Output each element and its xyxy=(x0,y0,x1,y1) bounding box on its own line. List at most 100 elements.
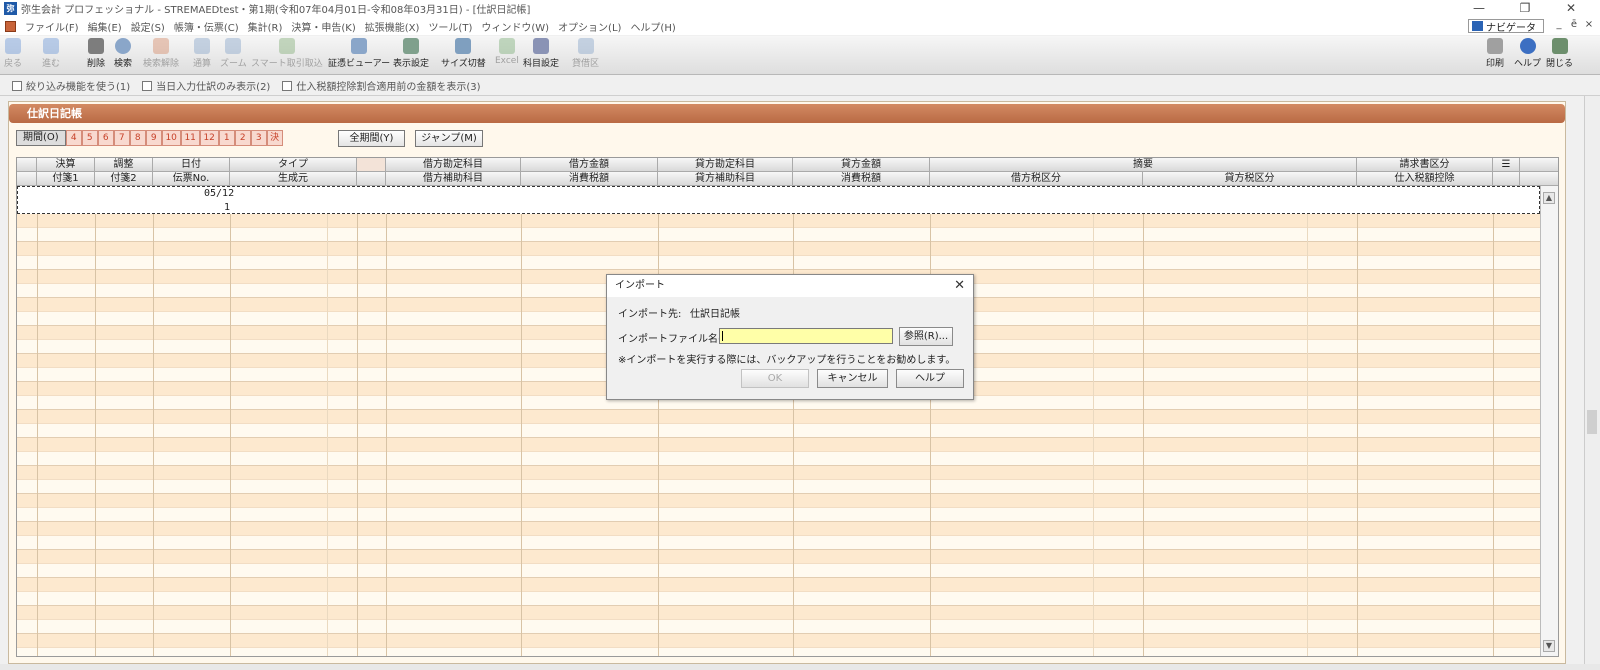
edit-row-voucher-no[interactable]: 1 xyxy=(224,202,230,213)
today-only-checkbox[interactable] xyxy=(142,80,153,91)
menu-window[interactable]: ウィンドウ(W) xyxy=(481,19,549,34)
month-tab[interactable]: 4 xyxy=(65,130,82,146)
menu-help[interactable]: ヘルプ(H) xyxy=(630,19,675,34)
mdi-close-button[interactable]: × xyxy=(1584,19,1594,30)
month-tab-closing[interactable]: 決 xyxy=(266,130,283,146)
navigator-label: ナビゲータ xyxy=(1486,22,1536,34)
title-bar: 弥 弥生会計 プロフェッショナル - STREMAEDtest・第1期(令和07… xyxy=(0,0,1600,17)
import-destination-value: 仕訳日記帳 xyxy=(690,309,740,320)
navigator-button[interactable]: ナビゲータ xyxy=(1468,19,1544,34)
forward-button[interactable]: 進む xyxy=(42,38,60,73)
jump-button[interactable]: ジャンプ(M) xyxy=(415,130,483,147)
menu-bar: ファイル(F) 編集(E) 設定(S) 帳簿・伝票(C) 集計(R) 決算・申告… xyxy=(0,17,1600,35)
browse-button[interactable]: 参照(R)... xyxy=(899,327,953,346)
month-tab[interactable]: 10 xyxy=(161,130,181,146)
menu-edit[interactable]: 編集(E) xyxy=(88,19,122,34)
month-tab[interactable]: 11 xyxy=(180,130,200,146)
menu-tools[interactable]: ツール(T) xyxy=(428,19,472,34)
total-button[interactable]: 通算 xyxy=(193,38,211,73)
filter-checkbox[interactable] xyxy=(12,80,22,91)
month-tab[interactable]: 5 xyxy=(81,130,98,146)
smart-import-button[interactable]: スマート取引取込 xyxy=(251,38,323,73)
col-credit-sub-account: 貸方補助科目 xyxy=(658,172,793,185)
excel-icon xyxy=(498,38,515,54)
option-bar: 絞り込み機能を使う(1) 当日入力仕訳のみ表示(2) 仕入税額控除割合適用前の金… xyxy=(0,76,1600,96)
menu-file[interactable]: ファイル(F) xyxy=(25,19,79,34)
month-tab[interactable]: 3 xyxy=(250,130,267,146)
mdi-restore-button[interactable]: ē xyxy=(1569,19,1579,30)
column-settings-icon[interactable]: ☰ xyxy=(1493,158,1520,171)
dialog-help-button[interactable]: ヘルプ xyxy=(896,369,964,388)
month-tab[interactable]: 2 xyxy=(234,130,251,146)
month-tab[interactable]: 9 xyxy=(145,130,162,146)
display-settings-icon xyxy=(403,38,419,54)
help-icon xyxy=(1519,38,1536,54)
grid-body[interactable] xyxy=(17,186,1540,656)
total-icon xyxy=(194,38,210,54)
debit-credit-button[interactable]: 貸借区 xyxy=(572,38,599,73)
scroll-up-icon[interactable]: ▲ xyxy=(1543,192,1555,204)
col-credit-amount: 貸方金額 xyxy=(793,158,930,171)
menu-options[interactable]: オプション(L) xyxy=(558,19,621,34)
month-tab[interactable]: 1 xyxy=(218,130,235,146)
clear-search-button[interactable]: 検索解除 xyxy=(143,38,179,73)
col-debit-tax: 消費税額 xyxy=(521,172,658,185)
outer-scroll-thumb[interactable] xyxy=(1587,410,1597,434)
size-toggle-button[interactable]: サイズ切替 xyxy=(441,38,486,73)
evidence-viewer-button[interactable]: 証憑ビューアー xyxy=(328,38,390,73)
edit-row-date[interactable]: 05/12 xyxy=(204,188,234,199)
col-credit-account: 貸方勘定科目 xyxy=(658,158,793,171)
journal-grid: 決算 調整 日付 タイプ 借方勘定科目 借方金額 貸方勘定科目 貸方金額 摘要 … xyxy=(16,157,1559,657)
journal-title: 仕訳日記帳 xyxy=(9,104,1565,123)
import-file-label: インポートファイル名(I): xyxy=(618,334,733,345)
app-icon: 弥 xyxy=(4,2,17,15)
delete-button[interactable]: 削除 xyxy=(87,38,105,73)
pre-ratio-amount-option[interactable]: 仕入税額控除割合適用前の金額を表示(3) xyxy=(282,78,481,93)
month-tab[interactable]: 7 xyxy=(113,130,130,146)
menu-books[interactable]: 帳簿・伝票(C) xyxy=(174,19,239,34)
print-button[interactable]: 印刷 xyxy=(1486,38,1504,73)
menu-settings[interactable]: 設定(S) xyxy=(131,19,165,34)
zoom-button[interactable]: ズーム xyxy=(220,38,247,73)
back-button[interactable]: 戻る xyxy=(4,38,22,73)
close-button[interactable]: 閉じる xyxy=(1546,38,1573,73)
grid-header-row-2: 付箋1 付箋2 伝票No. 生成元 借方補助科目 消費税額 貸方補助科目 消費税… xyxy=(17,172,1558,186)
search-button[interactable]: 検索 xyxy=(114,38,132,73)
mdi-minimize-button[interactable]: _ xyxy=(1554,19,1564,30)
document-icon[interactable] xyxy=(5,20,16,32)
col-debit-sub-account: 借方補助科目 xyxy=(386,172,521,185)
period-selector: 期間(O) 4 5 6 7 8 9 10 11 12 1 2 3 決 xyxy=(16,130,283,146)
outer-scrollbar[interactable] xyxy=(1584,96,1600,664)
window-title: 弥生会計 プロフェッショナル - STREMAEDtest・第1期(令和07年0… xyxy=(21,5,531,16)
month-tab[interactable]: 8 xyxy=(129,130,146,146)
today-only-option[interactable]: 当日入力仕訳のみ表示(2) xyxy=(142,78,270,93)
scroll-down-icon[interactable]: ▼ xyxy=(1543,640,1555,652)
menu-extensions[interactable]: 拡張機能(X) xyxy=(365,19,420,34)
menu-closing[interactable]: 決算・申告(K) xyxy=(291,19,355,34)
help-button[interactable]: ヘルプ xyxy=(1514,38,1541,73)
minimize-button[interactable]: — xyxy=(1456,0,1502,17)
col-debit-tax-category: 借方税区分 xyxy=(930,172,1143,185)
col-sticky2: 付箋2 xyxy=(95,172,153,185)
excel-button[interactable]: Excel xyxy=(495,38,519,73)
edit-row[interactable]: 05/12 1 xyxy=(17,186,1540,214)
evidence-viewer-icon xyxy=(351,38,368,54)
account-settings-button[interactable]: 科目設定 xyxy=(523,38,559,73)
period-button[interactable]: 期間(O) xyxy=(16,130,66,146)
pre-ratio-amount-checkbox[interactable] xyxy=(282,80,293,91)
restore-button[interactable]: ❐ xyxy=(1502,0,1548,17)
import-file-input[interactable] xyxy=(719,328,893,344)
dialog-close-icon[interactable]: ✕ xyxy=(954,278,965,293)
all-period-button[interactable]: 全期間(Y) xyxy=(338,130,405,147)
display-settings-button[interactable]: 表示設定 xyxy=(393,38,429,73)
month-tab[interactable]: 6 xyxy=(97,130,114,146)
size-toggle-icon xyxy=(455,38,472,54)
ok-button[interactable]: OK xyxy=(741,369,809,388)
month-tab[interactable]: 12 xyxy=(199,130,219,146)
trash-icon xyxy=(88,38,104,54)
menu-totals[interactable]: 集計(R) xyxy=(248,19,283,34)
cancel-button[interactable]: キャンセル xyxy=(817,369,888,388)
grid-scrollbar[interactable]: ▲ ▼ xyxy=(1540,186,1558,656)
filter-option[interactable]: 絞り込み機能を使う(1) xyxy=(12,78,130,93)
close-window-button[interactable]: ✕ xyxy=(1548,0,1594,17)
